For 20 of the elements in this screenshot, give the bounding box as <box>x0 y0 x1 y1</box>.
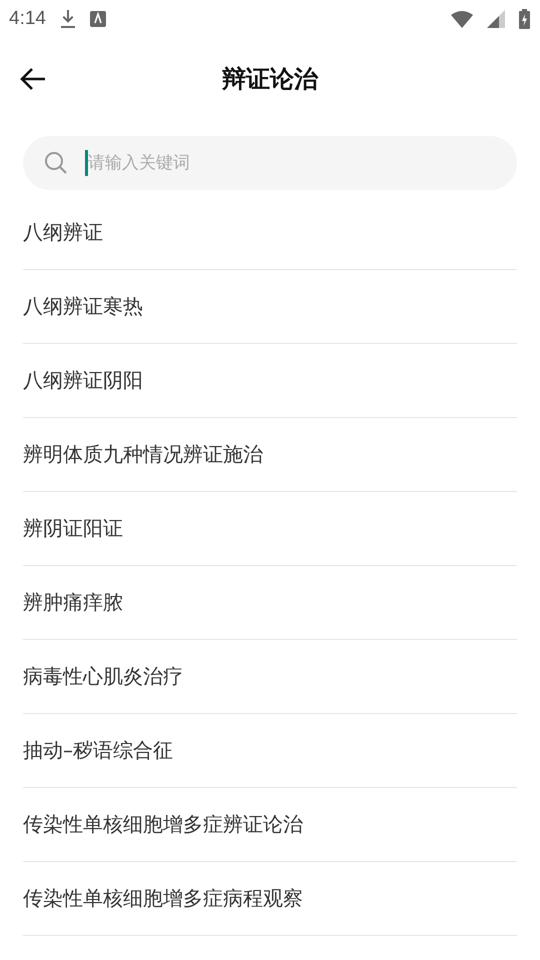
wifi-icon <box>451 10 473 28</box>
list-item[interactable]: 八纲辨证寒热 <box>23 270 517 344</box>
keyboard-icon <box>90 11 106 27</box>
text-cursor <box>85 150 88 176</box>
status-time: 4:14 <box>9 8 46 30</box>
download-icon <box>60 9 76 29</box>
list-item[interactable]: 辨肿痛痒脓 <box>23 566 517 640</box>
list-item[interactable]: 辨明体质九种情况辨证施治 <box>23 418 517 492</box>
signal-icon <box>487 10 505 28</box>
list-item[interactable]: 抽动–秽语综合征 <box>23 714 517 788</box>
battery-icon <box>519 9 530 29</box>
search-field[interactable]: 请输入关键词 <box>23 136 517 190</box>
list-item[interactable]: 辨阴证阳证 <box>23 492 517 566</box>
search-icon <box>44 151 68 175</box>
page-title: 辩证论治 <box>222 64 318 95</box>
list-item[interactable]: 传染性单核细胞增多症病程观察 <box>23 862 517 936</box>
list-item[interactable]: 传染性单核细胞增多症辨证论治 <box>23 788 517 862</box>
list-item[interactable]: 八纲辨证 <box>23 196 517 270</box>
list-item[interactable]: 病毒性心肌炎治疗 <box>23 640 517 714</box>
list-item[interactable]: 八纲辨证阴阳 <box>23 344 517 418</box>
